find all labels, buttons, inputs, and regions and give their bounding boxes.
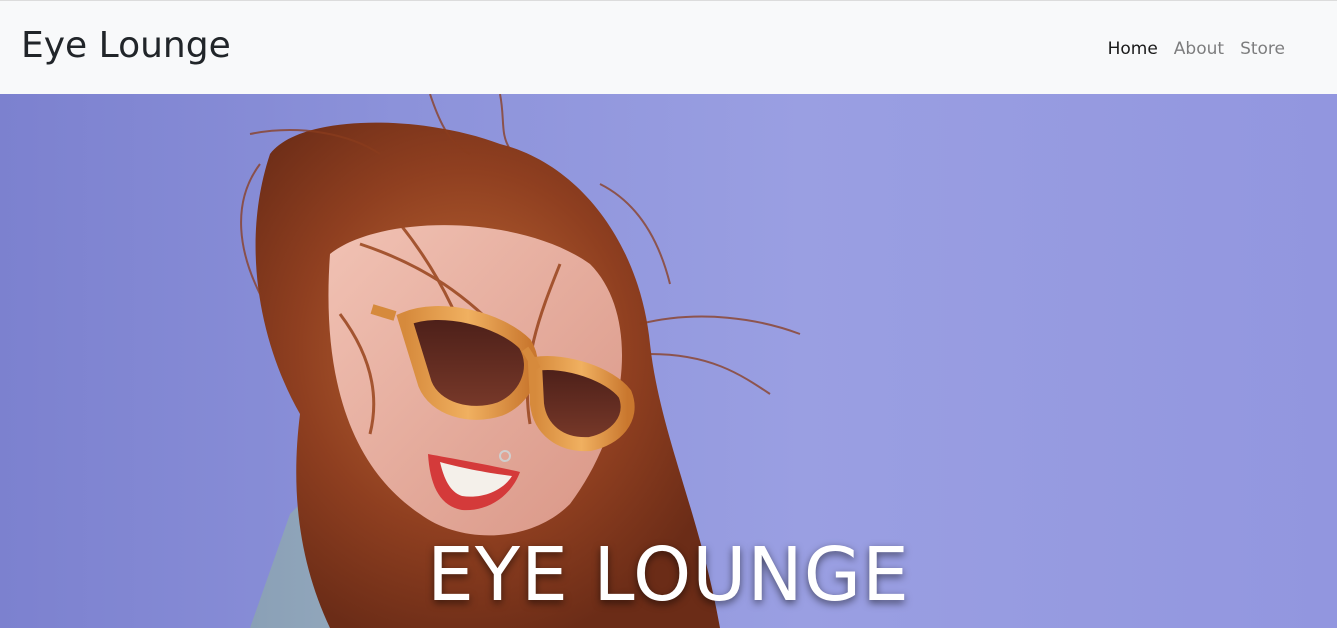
nav-link-store[interactable]: Store	[1240, 37, 1285, 61]
navbar: Eye Lounge Home About Store	[0, 1, 1337, 94]
hero-banner: EYE LOUNGE	[0, 94, 1337, 628]
nav-menu: Home About Store	[1108, 37, 1285, 61]
brand-link[interactable]: Eye Lounge	[21, 24, 231, 68]
nav-link-home[interactable]: Home	[1108, 37, 1158, 61]
nav-link-about[interactable]: About	[1174, 37, 1224, 61]
hero-title: EYE LOUNGE	[427, 532, 910, 618]
